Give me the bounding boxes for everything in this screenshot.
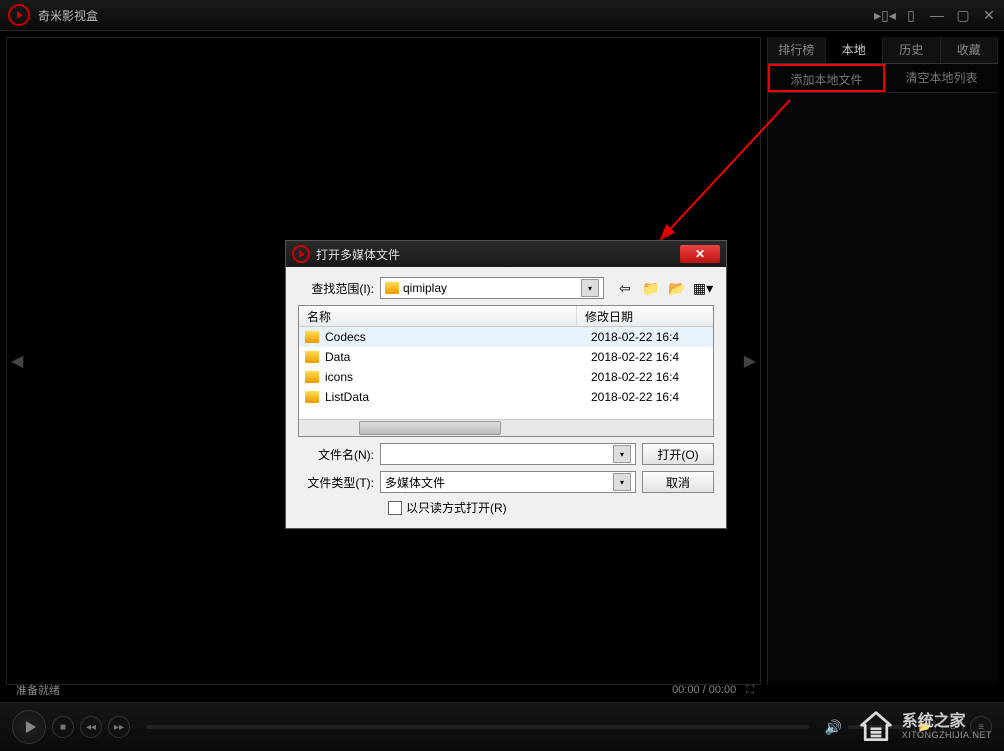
folder-icon [305,371,319,383]
tab-local[interactable]: 本地 [826,37,884,63]
look-in-label: 查找范围(I): [298,280,374,297]
dialog-body: 查找范围(I): qimiplay ▾ ⇦ 📁 📂 ▦▾ 名称 修改日期 [286,267,726,528]
column-name[interactable]: 名称 [299,306,577,326]
readonly-label: 以只读方式打开(R) [406,499,507,516]
dialog-close-button[interactable]: ✕ [680,245,720,263]
maximize-button[interactable]: ▢ [956,8,970,22]
minimize-button[interactable]: — [930,8,944,22]
list-header: 名称 修改日期 [299,306,713,327]
tab-history[interactable]: 历史 [883,37,941,63]
status-text: 准备就绪 [16,682,60,698]
pin-icon[interactable]: ▯ [904,8,918,22]
time-display: 00:00 / 00:00 [672,684,736,696]
filename-input[interactable]: ▾ [380,443,636,465]
horizontal-scrollbar[interactable] [299,419,713,436]
watermark-house-icon [858,709,894,745]
filetype-combo[interactable]: 多媒体文件 ▾ [380,471,636,493]
view-menu-icon[interactable]: ▦▾ [692,277,714,299]
progress-slider[interactable] [146,725,809,729]
window-controls: ▸▯◂ ▯ — ▢ ✕ [878,8,996,22]
scrollbar-thumb[interactable] [359,421,501,435]
tab-favorites[interactable]: 收藏 [941,37,999,63]
volume-icon[interactable]: 🔊 [825,719,842,736]
prev-track-button[interactable]: ◂◂ [80,716,102,738]
file-list: 名称 修改日期 Codecs 2018-02-22 16:4 Data 2018… [298,305,714,437]
add-local-file-button[interactable]: 添加本地文件 [768,64,885,92]
list-body: Codecs 2018-02-22 16:4 Data 2018-02-22 1… [299,327,713,419]
mini-mode-icon[interactable]: ▸▯◂ [878,8,892,22]
sidebar: 排行榜 本地 历史 收藏 添加本地文件 清空本地列表 [767,37,998,685]
titlebar: 奇米影视盒 ▸▯◂ ▯ — ▢ ✕ [0,0,1004,31]
filename-label: 文件名(N): [298,446,374,463]
chevron-down-icon[interactable]: ▾ [613,473,631,491]
new-folder-icon[interactable]: 📂 [666,277,688,299]
list-item[interactable]: ListData 2018-02-22 16:4 [299,387,713,407]
folder-icon [305,351,319,363]
watermark-text-cn: 系统之家 [902,713,992,731]
filetype-label: 文件类型(T): [298,474,374,491]
chevron-down-icon[interactable]: ▾ [613,445,631,463]
prev-arrow-icon[interactable]: ◀ [11,351,23,371]
chevron-down-icon[interactable]: ▾ [581,279,599,297]
folder-icon [305,391,319,403]
list-item[interactable]: Data 2018-02-22 16:4 [299,347,713,367]
list-item[interactable]: icons 2018-02-22 16:4 [299,367,713,387]
watermark-text-en: XITONGZHIJIA.NET [902,731,992,741]
open-file-dialog: 打开多媒体文件 ✕ 查找范围(I): qimiplay ▾ ⇦ 📁 📂 ▦▾ 名… [285,240,727,529]
up-folder-icon[interactable]: 📁 [640,277,662,299]
dialog-logo-icon [292,245,310,263]
fullscreen-icon[interactable]: ⛶ [746,684,754,697]
play-button[interactable] [12,710,46,744]
back-icon[interactable]: ⇦ [614,277,636,299]
next-arrow-icon[interactable]: ▶ [744,351,756,371]
current-folder: qimiplay [403,281,447,295]
status-bar: 准备就绪 00:00 / 00:00 ⛶ [16,679,754,701]
dialog-title: 打开多媒体文件 [316,246,400,263]
stop-button[interactable]: ■ [52,716,74,738]
sidebar-actions: 添加本地文件 清空本地列表 [768,64,998,93]
readonly-checkbox[interactable] [388,501,402,515]
dialog-titlebar: 打开多媒体文件 ✕ [286,241,726,267]
folder-icon [385,282,399,294]
sidebar-tabs: 排行榜 本地 历史 收藏 [768,37,998,64]
look-in-combo[interactable]: qimiplay ▾ [380,277,604,299]
next-track-button[interactable]: ▸▸ [108,716,130,738]
tab-ranking[interactable]: 排行榜 [768,37,826,63]
app-title: 奇米影视盒 [38,7,98,24]
controls-bar: ■ ◂◂ ▸▸ 🔊 📂 ↻ ≡ [0,702,1004,751]
list-item[interactable]: Codecs 2018-02-22 16:4 [299,327,713,347]
close-button[interactable]: ✕ [982,8,996,22]
watermark: 系统之家 XITONGZHIJIA.NET [858,709,992,745]
column-modified[interactable]: 修改日期 [577,306,713,326]
folder-icon [305,331,319,343]
cancel-button[interactable]: 取消 [642,471,714,493]
open-button[interactable]: 打开(O) [642,443,714,465]
app-logo-icon [8,4,30,26]
clear-local-list-button[interactable]: 清空本地列表 [885,64,998,92]
